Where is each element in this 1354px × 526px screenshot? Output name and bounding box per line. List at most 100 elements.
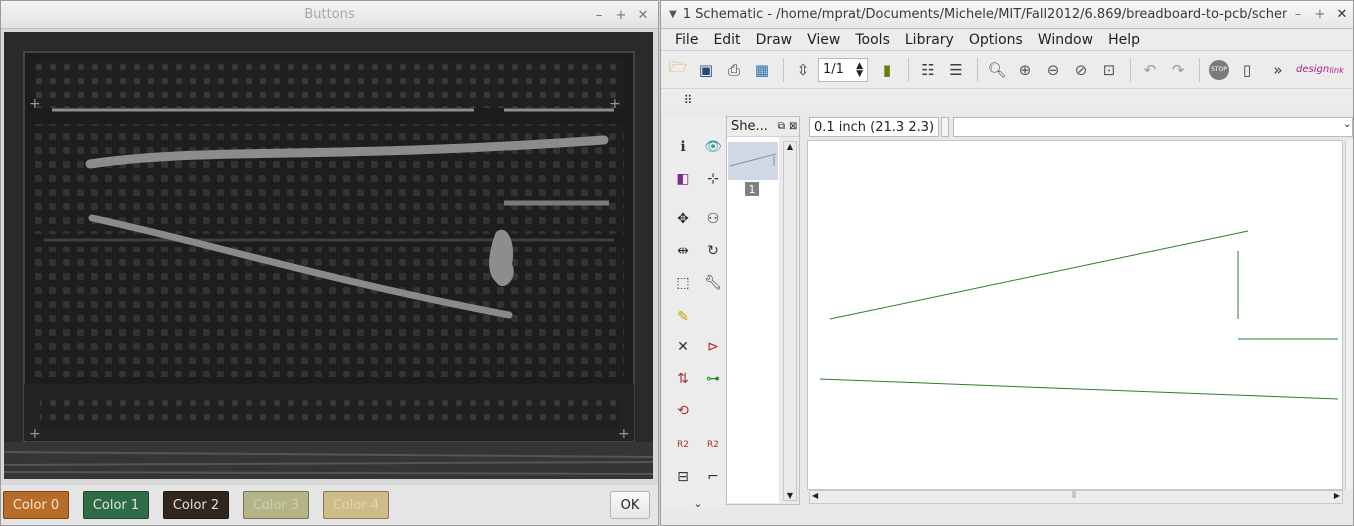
canvas-horizontal-scrollbar[interactable]: ◀ ⦀ ▶ [809, 490, 1343, 504]
ok-button[interactable]: OK [610, 491, 650, 519]
net-list-icon[interactable]: ☷ [915, 57, 941, 83]
zoom-fit-icon[interactable]: ⊡ [1096, 57, 1122, 83]
schematic-titlebar: ▼ 1 Schematic - /home/mprat/Documents/Mi… [661, 1, 1353, 29]
breadboard-photo: + + + + [4, 32, 653, 479]
zoom-icon[interactable]: 🔍︎ [984, 57, 1010, 83]
undo-icon[interactable]: ↶ [1137, 57, 1163, 83]
mark-icon[interactable]: ⊹ [701, 167, 725, 191]
scroll-left-icon[interactable]: ◀ [812, 491, 818, 500]
zoom-previous-icon[interactable]: ⊘ [1068, 57, 1094, 83]
color-button-bar: Color 0 Color 1 Color 2 Color 3 Color 4 … [1, 485, 658, 525]
save-icon[interactable]: ▣ [693, 57, 719, 83]
redo-icon[interactable]: ↷ [1165, 57, 1191, 83]
sheet-list-scrollbar[interactable]: ▲ ▼ [783, 141, 797, 501]
group-icon[interactable]: ⬚ [671, 271, 695, 295]
menu-window[interactable]: Window [1038, 32, 1093, 48]
close-panel-icon[interactable]: ⊠ [789, 121, 797, 132]
export-icon[interactable]: ▦ [749, 57, 775, 83]
wire[interactable] [829, 230, 1249, 320]
color-0-button[interactable]: Color 0 [3, 491, 69, 519]
svg-text:+: + [618, 426, 630, 442]
ok-label: OK [620, 497, 640, 513]
menu-edit[interactable]: Edit [713, 32, 740, 48]
color-0-label: Color 0 [12, 497, 60, 513]
maximize-icon[interactable]: + [1309, 4, 1331, 26]
info-icon[interactable]: ℹ [671, 135, 695, 159]
schematic-window-title: 1 Schematic - /home/mprat/Documents/Mich… [682, 7, 1287, 22]
value-icon[interactable]: R2 [701, 433, 725, 457]
rotate-icon[interactable]: ↻ [701, 239, 725, 263]
library-icon[interactable]: ▮ [874, 57, 900, 83]
command-palette: ℹ 👁︎ ◧ ⊹ ✥ ⚇ ⇹ ↻ ⬚ 🔧︎ ✎ ✕ ⊳ ⇅ ⊶ ⟲ R2 R2 … [663, 117, 725, 510]
canvas-vertical-scrollbar[interactable] [1345, 140, 1353, 490]
more-tools-chevron-icon[interactable]: ⌄ [686, 491, 710, 515]
menu-tools[interactable]: Tools [855, 32, 890, 48]
open-folder-icon[interactable]: 🗁 [665, 57, 691, 83]
schematic-canvas[interactable] [807, 140, 1343, 490]
color-1-button[interactable]: Color 1 [83, 491, 149, 519]
sheet-list: 1 [727, 137, 779, 503]
wire[interactable] [819, 378, 1339, 400]
scroll-down-icon[interactable]: ▼ [784, 491, 796, 500]
copy-icon[interactable]: ⚇ [701, 207, 725, 231]
scroll-right-icon[interactable]: ▶ [1334, 491, 1340, 500]
schematic-window: ▼ 1 Schematic - /home/mprat/Documents/Mi… [660, 0, 1354, 526]
command-input[interactable] [953, 117, 1353, 137]
toolbar-separator [977, 57, 978, 82]
color-4-label: Color 4 [332, 497, 380, 513]
zoom-out-icon[interactable]: ⊖ [1040, 57, 1066, 83]
smash-icon[interactable]: ⊟ [671, 465, 695, 489]
svg-text:+: + [29, 426, 41, 442]
window-menu-chevron-icon[interactable]: ▼ [669, 9, 677, 20]
sheet-thumbnail[interactable] [728, 142, 778, 180]
design-link-icon[interactable]: design link [1296, 57, 1344, 83]
move-icon[interactable]: ✥ [671, 207, 695, 231]
print-icon[interactable]: ⎙ [721, 57, 747, 83]
miter-icon[interactable]: ⌐ [701, 465, 725, 489]
maximize-icon[interactable]: + [610, 4, 632, 26]
float-panel-icon[interactable]: ⧉ [778, 121, 785, 132]
menubar: File Edit Draw View Tools Library Option… [661, 29, 1353, 51]
color-2-button[interactable]: Color 2 [163, 491, 229, 519]
minimize-icon[interactable]: – [1287, 4, 1309, 26]
menu-draw[interactable]: Draw [756, 32, 793, 48]
menu-library[interactable]: Library [905, 32, 954, 48]
run-script-icon[interactable]: ▯ [1234, 57, 1260, 83]
show-icon[interactable]: 👁︎ [701, 135, 725, 159]
menu-file[interactable]: File [675, 32, 698, 48]
page-spinner[interactable]: 1/1 ▲ ▼ [818, 57, 868, 82]
close-icon[interactable]: ✕ [632, 4, 654, 26]
menu-view[interactable]: View [807, 32, 840, 48]
add-part-icon[interactable]: ⊳ [701, 335, 725, 359]
toolbar-overflow-icon[interactable]: » [1265, 57, 1291, 83]
net-export-icon[interactable]: ☰ [943, 57, 969, 83]
scroll-thumb[interactable]: ⦀ [1072, 491, 1076, 501]
change-icon[interactable]: 🔧︎ [701, 271, 725, 295]
grid-icon[interactable]: ⠿ [675, 87, 701, 113]
spinner-arrows-icon[interactable]: ▲ ▼ [856, 61, 863, 78]
gateswap-icon[interactable]: ⟲ [671, 399, 695, 423]
stop-icon[interactable]: STOP [1206, 57, 1232, 83]
zoom-in-icon[interactable]: ⊕ [1012, 57, 1038, 83]
close-icon[interactable]: ✕ [1331, 4, 1353, 26]
mirror-icon[interactable]: ⇹ [671, 239, 695, 263]
layer-display-icon[interactable]: ◧ [671, 167, 695, 191]
pinswap-icon[interactable]: ⇅ [671, 367, 695, 391]
color-1-label: Color 1 [92, 497, 140, 513]
menu-options[interactable]: Options [969, 32, 1023, 48]
delete-icon[interactable]: ✕ [671, 335, 695, 359]
sheet-nav-icon[interactable]: ⇳ [790, 57, 816, 83]
page-spinner-value: 1/1 [823, 62, 844, 77]
name-icon[interactable]: R2 [671, 433, 695, 457]
color-4-button[interactable]: Color 4 [323, 491, 389, 519]
toolbar-separator [783, 57, 784, 82]
color-3-button[interactable]: Color 3 [243, 491, 309, 519]
minimize-icon[interactable]: – [588, 4, 610, 26]
replace-icon[interactable]: ⊶ [701, 367, 725, 391]
paste-icon[interactable]: ✎ [671, 305, 695, 329]
command-history-chevron-icon[interactable]: ⌄ [1343, 119, 1351, 130]
schematic-editor-area: 0.1 inch (21.3 2.3) ⌄ ◀ ⦀ ▶ [807, 116, 1353, 507]
grid-toolbar: ⠿ [661, 89, 1353, 111]
menu-help[interactable]: Help [1108, 32, 1140, 48]
scroll-up-icon[interactable]: ▲ [784, 142, 796, 151]
